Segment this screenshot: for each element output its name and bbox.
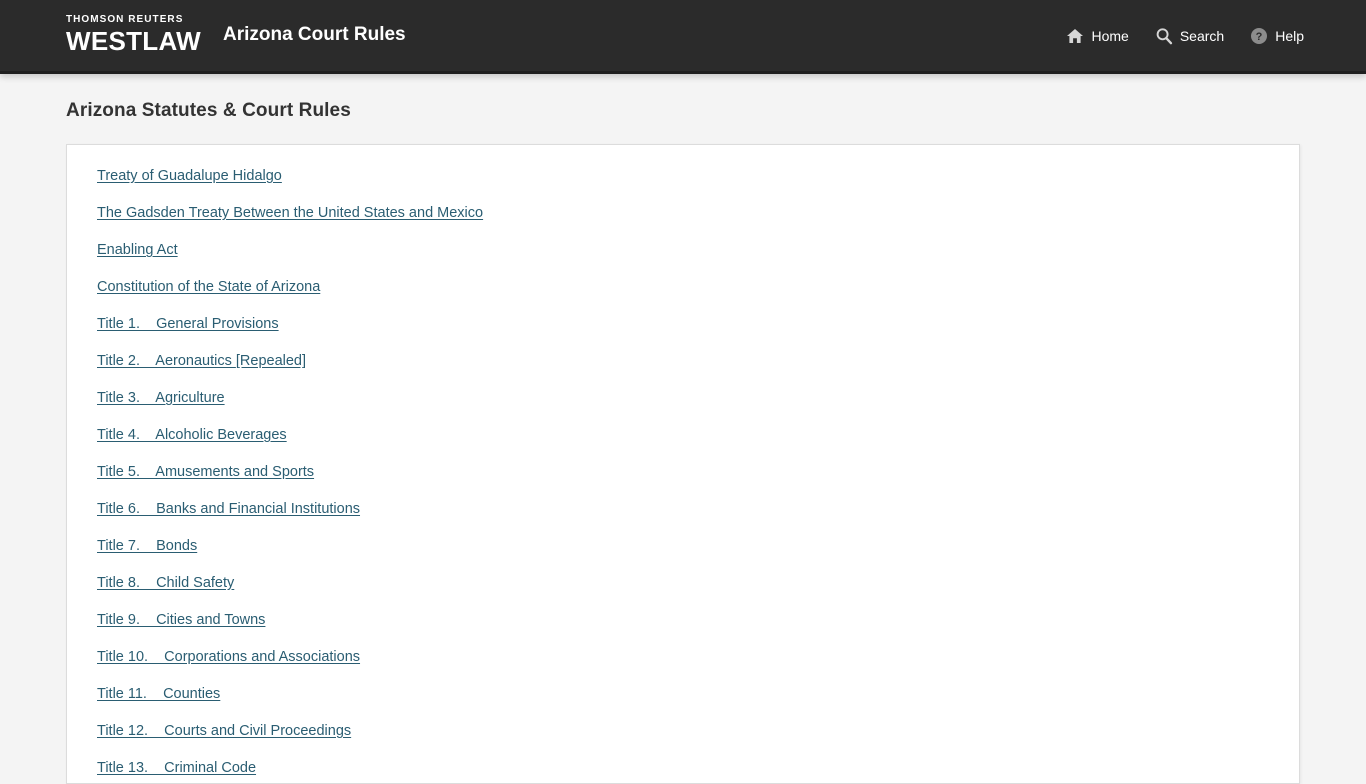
app-header: THOMSON REUTERS WESTLAW Arizona Court Ru…: [0, 0, 1366, 74]
document-link-label: Title 4. Alcoholic Beverages: [97, 427, 287, 443]
nav-item-home[interactable]: Home: [1066, 27, 1129, 45]
document-link-label: Title 2. Aeronautics: [97, 353, 236, 369]
document-link[interactable]: The Gadsden Treaty Between the United St…: [97, 204, 483, 222]
list-item: Title 12. Courts and Civil Proceedings: [97, 722, 1299, 759]
list-item: Title 5. Amusements and Sports: [97, 463, 1299, 500]
brand-block[interactable]: THOMSON REUTERS WESTLAW Arizona Court Ru…: [66, 15, 406, 56]
list-item: Title 3. Agriculture: [97, 389, 1299, 426]
document-link[interactable]: Title 3. Agriculture: [97, 389, 225, 407]
document-link-label: Title 3. Agriculture: [97, 390, 225, 406]
document-link[interactable]: Title 12. Courts and Civil Proceedings: [97, 722, 351, 740]
document-link-label: Treaty of Guadalupe Hidalgo: [97, 168, 282, 184]
nav-item-search-label: Search: [1179, 27, 1225, 44]
document-link[interactable]: Title 13. Criminal Code: [97, 759, 256, 777]
nav-item-help-label: Help: [1275, 27, 1304, 44]
list-item: Title 4. Alcoholic Beverages: [97, 426, 1299, 463]
list-item: Constitution of the State of Arizona: [97, 278, 1299, 315]
document-link[interactable]: Enabling Act: [97, 241, 178, 259]
app-title: Arizona Court Rules: [222, 23, 406, 45]
document-link[interactable]: Title 6. Banks and Financial Institution…: [97, 500, 360, 518]
list-item: The Gadsden Treaty Between the United St…: [97, 204, 1299, 241]
list-item: Title 13. Criminal Code: [97, 759, 1299, 783]
nav-item-help[interactable]: ? Help: [1250, 27, 1304, 45]
document-link-label: Title 13. Criminal Code: [97, 760, 257, 776]
list-item: Title 10. Corporations and Associations: [97, 648, 1299, 685]
document-link-label: Title 6. Banks and Financial Institution…: [97, 501, 361, 517]
list-item: Title 7. Bonds: [97, 537, 1299, 574]
document-link[interactable]: Treaty of Guadalupe Hidalgo: [97, 167, 282, 185]
list-item: Title 6. Banks and Financial Institution…: [97, 500, 1299, 537]
document-link[interactable]: Title 5. Amusements and Sports: [97, 463, 314, 481]
document-link-label: Title 1. General Provisions: [97, 316, 279, 332]
list-item: Title 2. Aeronautics [Repealed]: [97, 352, 1299, 389]
content-panel: Treaty of Guadalupe Hidalgo The Gadsden T…: [66, 144, 1300, 784]
document-link[interactable]: Title 4. Alcoholic Beverages: [97, 426, 287, 444]
nav-item-search[interactable]: Search: [1155, 27, 1224, 45]
svg-text:?: ?: [1256, 31, 1263, 43]
nav-item-home-label: Home: [1091, 27, 1129, 44]
document-link[interactable]: Title 11. Counties: [97, 685, 220, 703]
document-link[interactable]: Constitution of the State of Arizona: [97, 278, 320, 296]
document-link[interactable]: Title 2. Aeronautics [Repealed]: [97, 352, 306, 370]
document-link-label: Constitution of the State of Arizona: [97, 279, 321, 295]
list-item: Title 1. General Provisions: [97, 315, 1299, 352]
list-item: Enabling Act: [97, 241, 1299, 278]
document-link-suffix: [Repealed]: [235, 353, 307, 369]
document-link-label: Title 7. Bonds: [97, 538, 198, 554]
document-link-label: Title 9. Cities and Towns: [97, 612, 266, 628]
document-link-label: Title 5. Amusements and Sports: [97, 464, 315, 480]
help-icon: ?: [1250, 27, 1268, 45]
document-link-label: Title 10. Corporations and Associations: [97, 649, 361, 665]
logo-westlaw-text: WESTLAW: [66, 26, 201, 56]
document-link-label: Enabling Act: [97, 242, 178, 258]
logo-thomson-reuters-text: THOMSON REUTERS: [66, 14, 184, 25]
document-link[interactable]: Title 1. General Provisions: [97, 315, 279, 333]
document-link-list: Treaty of Guadalupe Hidalgo The Gadsden T…: [97, 167, 1299, 783]
document-link-label: The Gadsden Treaty Between the United St…: [97, 205, 484, 221]
westlaw-logo[interactable]: THOMSON REUTERS WESTLAW: [66, 15, 201, 56]
document-link-label: Title 11. Counties: [97, 686, 221, 702]
header-nav: Home Search ? Help: [1066, 27, 1304, 45]
document-link[interactable]: Title 10. Corporations and Associations: [97, 648, 360, 666]
list-item: Title 9. Cities and Towns: [97, 611, 1299, 648]
list-item: Treaty of Guadalupe Hidalgo: [97, 167, 1299, 204]
document-link[interactable]: Title 9. Cities and Towns: [97, 611, 265, 629]
document-link[interactable]: Title 7. Bonds: [97, 537, 197, 555]
document-link-label: Title 12. Courts and Civil Proceedings: [97, 723, 352, 739]
list-item: Title 8. Child Safety: [97, 574, 1299, 611]
document-link-label: Title 8. Child Safety: [97, 575, 235, 591]
list-item: Title 11. Counties: [97, 685, 1299, 722]
document-link[interactable]: Title 8. Child Safety: [97, 574, 234, 592]
page-title: Arizona Statutes & Court Rules: [66, 100, 351, 121]
home-icon: [1066, 27, 1084, 45]
search-icon: [1155, 27, 1173, 45]
